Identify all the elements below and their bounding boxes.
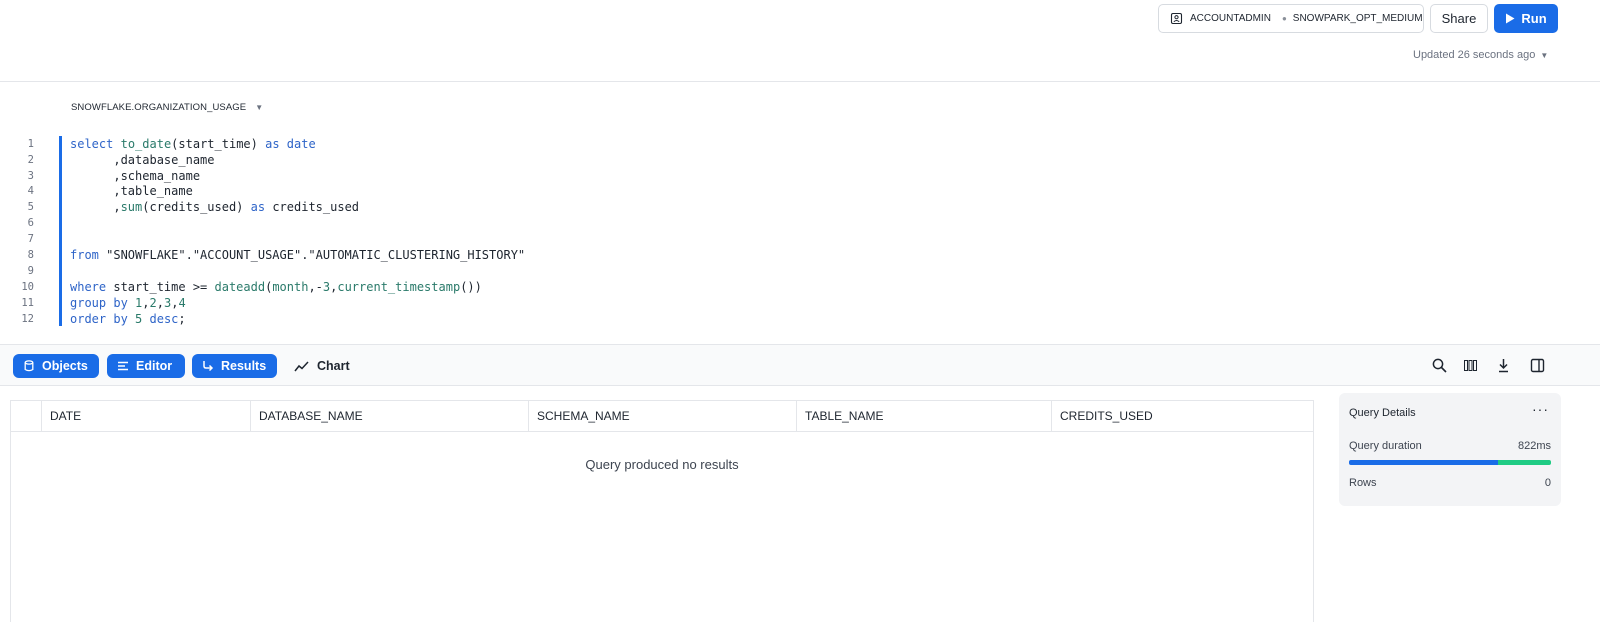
separator-dot: ● [1281,14,1287,23]
sql-editor[interactable]: 1 select to_date(start_time) as date 2 ,… [0,136,1600,328]
run-button-label: Run [1521,11,1547,26]
objects-button[interactable]: Objects [13,354,99,378]
query-details-title: Query Details [1349,407,1416,419]
code-text: order by 5 desc; [70,312,186,326]
chevron-down-icon: ▼ [1540,50,1549,60]
lines-icon [118,361,128,371]
download-icon[interactable] [1495,357,1511,373]
column-header-credits-used[interactable]: CREDITS_USED [1051,401,1313,431]
chart-tab[interactable]: Chart [294,354,350,378]
compilation-segment [1349,460,1499,465]
updated-status[interactable]: Updated 26 seconds ago ▼ [1413,49,1548,61]
database-icon [24,360,34,372]
column-header-database-name[interactable]: DATABASE_NAME [250,401,528,431]
column-header-date[interactable]: DATE [41,401,250,431]
code-text: ,schema_name [70,169,201,183]
query-duration-label: Query duration [1349,440,1422,452]
code-line: 8 from "SNOWFLAKE"."ACCOUNT_USAGE"."AUTO… [0,247,900,263]
table-header: DATE DATABASE_NAME SCHEMA_NAME TABLE_NAM… [11,401,1313,432]
chart-tab-label: Chart [317,359,350,373]
rows-value: 0 [1544,477,1551,489]
line-number: 10 [21,281,34,293]
code-line: 9 [0,263,900,279]
role-icon [1170,12,1183,25]
column-header-table-name[interactable]: TABLE_NAME [796,401,1051,431]
line-chart-icon [294,360,309,371]
database-context-selector[interactable]: SNOWFLAKE.ORGANIZATION_USAGE ▼ [71,102,263,113]
line-number: 4 [27,185,34,197]
play-icon [1506,13,1515,24]
code-text: from "SNOWFLAKE"."ACCOUNT_USAGE"."AUTOMA… [70,248,526,262]
column-header-schema-name[interactable]: SCHEMA_NAME [528,401,796,431]
query-details-panel: Query Details ··· Query duration 822ms R… [1339,393,1561,506]
run-button[interactable]: Run [1494,4,1558,33]
share-button[interactable]: Share [1430,4,1488,33]
code-line: 6 [0,215,900,231]
code-line: 1 select to_date(start_time) as date [0,136,900,152]
code-line: 3 ,schema_name [0,168,900,184]
line-number: 8 [27,249,34,261]
updated-text: Updated 26 seconds ago [1413,49,1536,61]
rows-label: Rows [1349,477,1377,489]
code-line: 5 ,sum(credits_used) as credits_used [0,199,900,215]
editor-button[interactable]: Editor [107,354,185,378]
chevron-down-icon: ▼ [255,103,264,112]
code-text: group by 1,2,3,4 [70,296,186,310]
line-number: 9 [27,265,34,277]
results-button[interactable]: Results [192,354,277,378]
role-name: ACCOUNTADMIN [1190,13,1271,24]
code-text: ,table_name [70,184,193,198]
code-text: select to_date(start_time) as date [70,137,316,151]
return-arrow-icon [203,361,214,372]
database-context-label: SNOWFLAKE.ORGANIZATION_USAGE [71,102,247,113]
rows-row: Rows 0 [1349,477,1551,489]
code-text: ,database_name [70,153,215,167]
results-button-label: Results [221,359,267,373]
line-number: 7 [27,233,34,245]
columns-icon[interactable] [1462,357,1478,373]
split-panel-icon[interactable] [1529,357,1545,373]
empty-results-message: Query produced no results [585,457,739,472]
execution-segment [1498,460,1551,465]
line-number: 1 [27,138,34,150]
line-number: 12 [21,313,34,325]
code-line: 2 ,database_name [0,152,900,168]
line-number: 2 [27,154,34,166]
code-text: ,sum(credits_used) as credits_used [70,200,360,214]
results-toolbar: Objects Editor Results Chart [0,344,1600,386]
more-options-icon[interactable]: ··· [1532,401,1549,417]
code-line: 11 group by 1,2,3,4 [0,295,900,311]
results-table: DATE DATABASE_NAME SCHEMA_NAME TABLE_NAM… [10,400,1314,622]
line-number: 5 [27,201,34,213]
code-text: where start_time >= dateadd(month,-3,cur… [70,280,482,294]
line-number: 3 [27,170,34,182]
top-bar: ACCOUNTADMIN ● SNOWPARK_OPT_MEDIUM Share… [0,0,1600,82]
query-duration-row: Query duration 822ms [1349,440,1551,452]
code-line: 7 [0,231,900,247]
code-line: 12 order by 5 desc; [0,311,900,327]
code-line: 10 where start_time >= dateadd(month,-3,… [0,279,900,295]
search-icon[interactable] [1431,357,1447,373]
line-number: 11 [21,297,34,309]
line-number: 6 [27,217,34,229]
query-duration-bar [1349,460,1551,465]
editor-button-label: Editor [136,359,173,373]
warehouse-name: SNOWPARK_OPT_MEDIUM [1292,13,1423,24]
code-line: 4 ,table_name [0,183,900,199]
query-duration-value: 822ms [1517,440,1551,452]
objects-button-label: Objects [42,359,88,373]
context-selector[interactable]: ACCOUNTADMIN ● SNOWPARK_OPT_MEDIUM [1158,4,1424,33]
